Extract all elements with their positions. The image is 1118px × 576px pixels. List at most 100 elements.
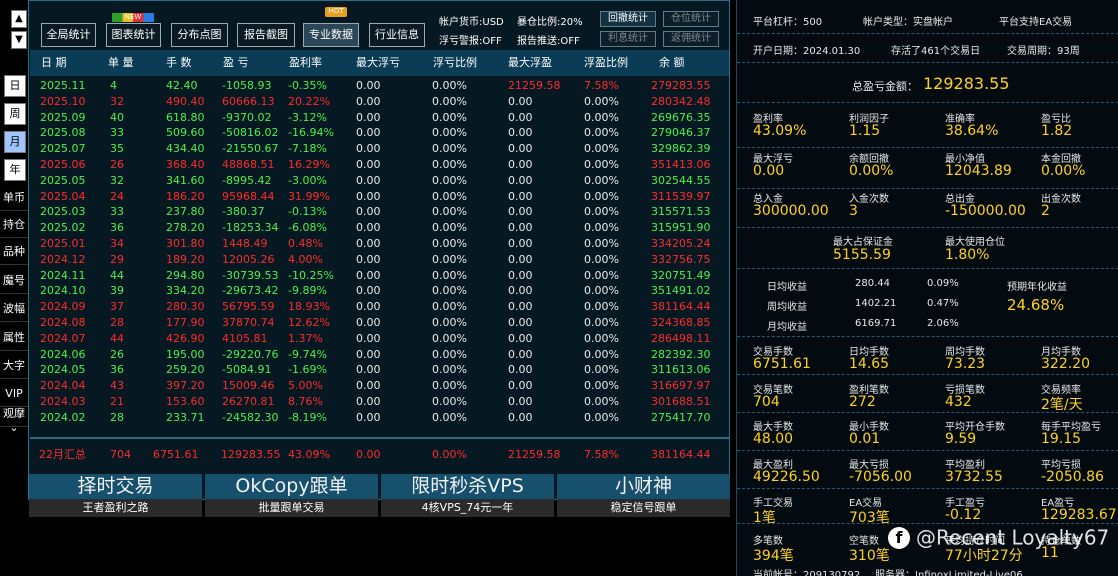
cell-ddratio: 0.00% <box>432 110 467 124</box>
table-row[interactable]: 2024.10 39 334.20 -29673.42 -9.89% 0.00 0.00% 0… <box>30 283 729 299</box>
cell-fpratio: 0.00% <box>584 142 619 156</box>
table-row[interactable]: 2024.07 44 426.90 4105.81 1.37% 0.00 0.00% 0.00… <box>30 331 729 347</box>
col-max-dd[interactable]: 最大浮亏 <box>356 50 400 76</box>
table-row[interactable]: 2025.09 40 618.80 -9370.02 -3.12% 0.00 0.00% 0.… <box>30 110 729 126</box>
ad-vps[interactable]: 限时秒杀VPS 4核VPS_74元一年 <box>381 474 554 517</box>
table-row[interactable]: 2025.05 32 341.60 -8995.42 -3.00% 0.00 0.00% 0.… <box>30 173 729 189</box>
position-stats-button[interactable]: 仓位统计 <box>663 11 719 27</box>
distribution-chart-button[interactable]: 分布点图 <box>171 23 228 47</box>
period-week-button[interactable]: 周 <box>4 103 26 125</box>
menu-symbols[interactable]: 品种 <box>0 239 28 265</box>
col-date[interactable]: 日 期 <box>41 50 67 76</box>
annual-return-value: 24.68% <box>1007 296 1065 314</box>
cell-rate: 31.99% <box>288 189 330 203</box>
stat-value: 272 <box>849 394 876 410</box>
global-stats-button[interactable]: 全局统计 <box>41 23 96 47</box>
table-row[interactable]: 2024.02 28 233.71 -24582.30 -8.19% 0.00 0.00% 0… <box>30 410 729 426</box>
ad-xiaocaishen[interactable]: 小财神 稳定信号跟单 <box>557 474 730 517</box>
table-row[interactable]: 2025.07 35 434.40 -21550.67 -7.18% 0.00 0.00% 0… <box>30 141 729 157</box>
scroll-down-button[interactable]: ▼ <box>11 31 27 49</box>
cell-date: 2024.10 <box>40 284 86 298</box>
monthly-avg-label: 月均收益 <box>767 322 807 333</box>
menu-single-currency[interactable]: 单币 <box>0 185 28 211</box>
ad-okcopy[interactable]: OkCopy跟单 批量跟单交易 <box>205 474 378 517</box>
table-row[interactable]: 2025.03 33 237.80 -380.37 -0.13% 0.00 0.00% 0.0… <box>30 204 729 220</box>
table-row[interactable]: 2025.06 26 368.40 48868.51 16.29% 0.00 0.00% 0.… <box>30 157 729 173</box>
interest-stats-button[interactable]: 利息统计 <box>600 31 656 47</box>
scroll-up-button[interactable]: ▲ <box>11 10 27 28</box>
cell-lots: 301.80 <box>166 236 205 250</box>
drawdown-stats-button[interactable]: 回撤统计 <box>600 11 656 27</box>
cell-pl: 56795.59 <box>222 300 275 314</box>
period-day-button[interactable]: 日 <box>4 75 26 97</box>
cell-rate: -0.35% <box>288 79 327 92</box>
cell-fpratio: 0.00% <box>584 379 619 393</box>
table-row[interactable]: 2024.12 29 189.20 12005.26 4.00% 0.00 0.00% 0.0… <box>30 252 729 268</box>
table-row[interactable]: 2024.09 37 280.30 56795.59 18.93% 0.00 0.00% 0.… <box>30 299 729 315</box>
report-screenshot-button[interactable]: 报告截图 <box>237 23 295 47</box>
col-dd-ratio[interactable]: 浮亏比例 <box>433 50 477 76</box>
cell-lots: 490.40 <box>166 94 205 108</box>
cell-balance: 329862.39 <box>651 142 711 156</box>
menu-attributes[interactable]: 属性 <box>0 325 28 351</box>
table-row[interactable]: 2025.08 33 509.60 -50816.02 -16.94% 0.00 0.00%… <box>30 125 729 141</box>
summary-divider <box>30 437 729 439</box>
more-chevron-icon[interactable]: ⌄ <box>0 420 28 436</box>
menu-large-font[interactable]: 大字 <box>0 353 28 379</box>
cell-orders: 4 <box>110 79 117 92</box>
menu-magic-number[interactable]: 魔号 <box>0 268 28 294</box>
report-push-toggle[interactable]: 报告推送:OFF <box>517 32 580 47</box>
cell-maxdd: 0.00 <box>356 268 381 282</box>
col-pl[interactable]: 盈 亏 <box>223 50 249 76</box>
divider <box>737 102 1118 103</box>
cell-maxfp: 0.00 <box>508 126 533 140</box>
cell-orders: 26 <box>110 347 124 361</box>
col-rate[interactable]: 盈利率 <box>289 50 322 76</box>
exposure-ratio-text[interactable]: 暴仓比例:20% <box>517 13 583 28</box>
stat-value: 48.00 <box>753 431 794 447</box>
stat-value: 73.23 <box>945 356 986 372</box>
table-row[interactable]: 2024.08 28 177.90 37870.74 12.62% 0.00 0.00% 0.… <box>30 315 729 331</box>
cell-fpratio: 0.00% <box>584 315 619 329</box>
menu-positions[interactable]: 持仓 <box>0 212 28 238</box>
col-orders[interactable]: 单 量 <box>108 50 134 76</box>
cell-maxdd: 0.00 <box>356 363 381 377</box>
pro-data-button[interactable]: 专业数据 <box>303 23 359 47</box>
table-row[interactable]: 2024.03 21 153.60 26270.81 8.76% 0.00 0.00% 0.0… <box>30 394 729 410</box>
col-max-fp[interactable]: 最大浮盈 <box>508 50 552 76</box>
col-lots[interactable]: 手 数 <box>166 50 192 76</box>
table-row[interactable]: 2025.01 34 301.80 1448.49 0.48% 0.00 0.00% 0.00… <box>30 236 729 252</box>
cell-orders: 21 <box>110 394 124 408</box>
table-row[interactable]: 2024.04 43 397.20 15009.46 5.00% 0.00 0.00% 0.0… <box>30 378 729 394</box>
cell-rate: 8.76% <box>288 394 323 408</box>
table-row[interactable]: 2025.04 24 186.20 95968.44 31.99% 0.00 0.00% 0.… <box>30 189 729 205</box>
stat-value: 14.65 <box>849 356 890 372</box>
cell-maxdd: 0.00 <box>356 94 381 108</box>
cell-rate: 0.48% <box>288 236 323 250</box>
cell-fpratio: 0.00% <box>584 126 619 140</box>
cell-pl: 48868.51 <box>222 157 275 171</box>
rebate-stats-button[interactable]: 返佣统计 <box>663 31 719 47</box>
divider <box>737 33 1118 34</box>
table-row[interactable]: 2025.11 4 42.40 -1058.93 -0.35% 0.00 0.00% 2125… <box>30 78 729 94</box>
period-month-button[interactable]: 月 <box>4 131 26 153</box>
chart-stats-button[interactable]: 图表统计 <box>106 23 161 47</box>
table-row[interactable]: 2025.10 32 490.40 60666.13 20.22% 0.00 0.00% 0.… <box>30 94 729 110</box>
cell-rate: 1.37% <box>288 331 323 345</box>
col-balance[interactable]: 余 额 <box>659 50 685 76</box>
period-year-button[interactable]: 年 <box>4 159 26 181</box>
table-row[interactable]: 2024.06 26 195.00 -29220.76 -9.74% 0.00 0.00% 0… <box>30 347 729 363</box>
table-row[interactable]: 2024.11 44 294.80 -30739.53 -10.25% 0.00 0.00%… <box>30 268 729 284</box>
drawdown-alert-toggle[interactable]: 浮亏警报:OFF <box>439 32 502 47</box>
cell-date: 2024.06 <box>40 347 86 361</box>
daily-avg-label: 日均收益 <box>767 282 807 293</box>
menu-volatility[interactable]: 波幅 <box>0 296 28 322</box>
industry-info-button[interactable]: 行业信息 <box>369 23 425 47</box>
table-row[interactable]: 2024.05 36 259.20 -5084.91 -1.69% 0.00 0.00% 0.… <box>30 362 729 378</box>
table-row[interactable]: 2025.02 36 278.20 -18253.34 -6.08% 0.00 0.00% 0… <box>30 220 729 236</box>
cell-balance: 279283.55 <box>651 79 711 92</box>
col-fp-ratio[interactable]: 浮盈比例 <box>584 50 628 76</box>
summary-row: 22月汇总 704 6751.61 129283.55 43.09% 0.00 … <box>30 447 729 463</box>
cell-ddratio: 0.00% <box>432 236 467 250</box>
ad-timing-trade[interactable]: 择时交易 王者盈利之路 <box>29 474 202 517</box>
